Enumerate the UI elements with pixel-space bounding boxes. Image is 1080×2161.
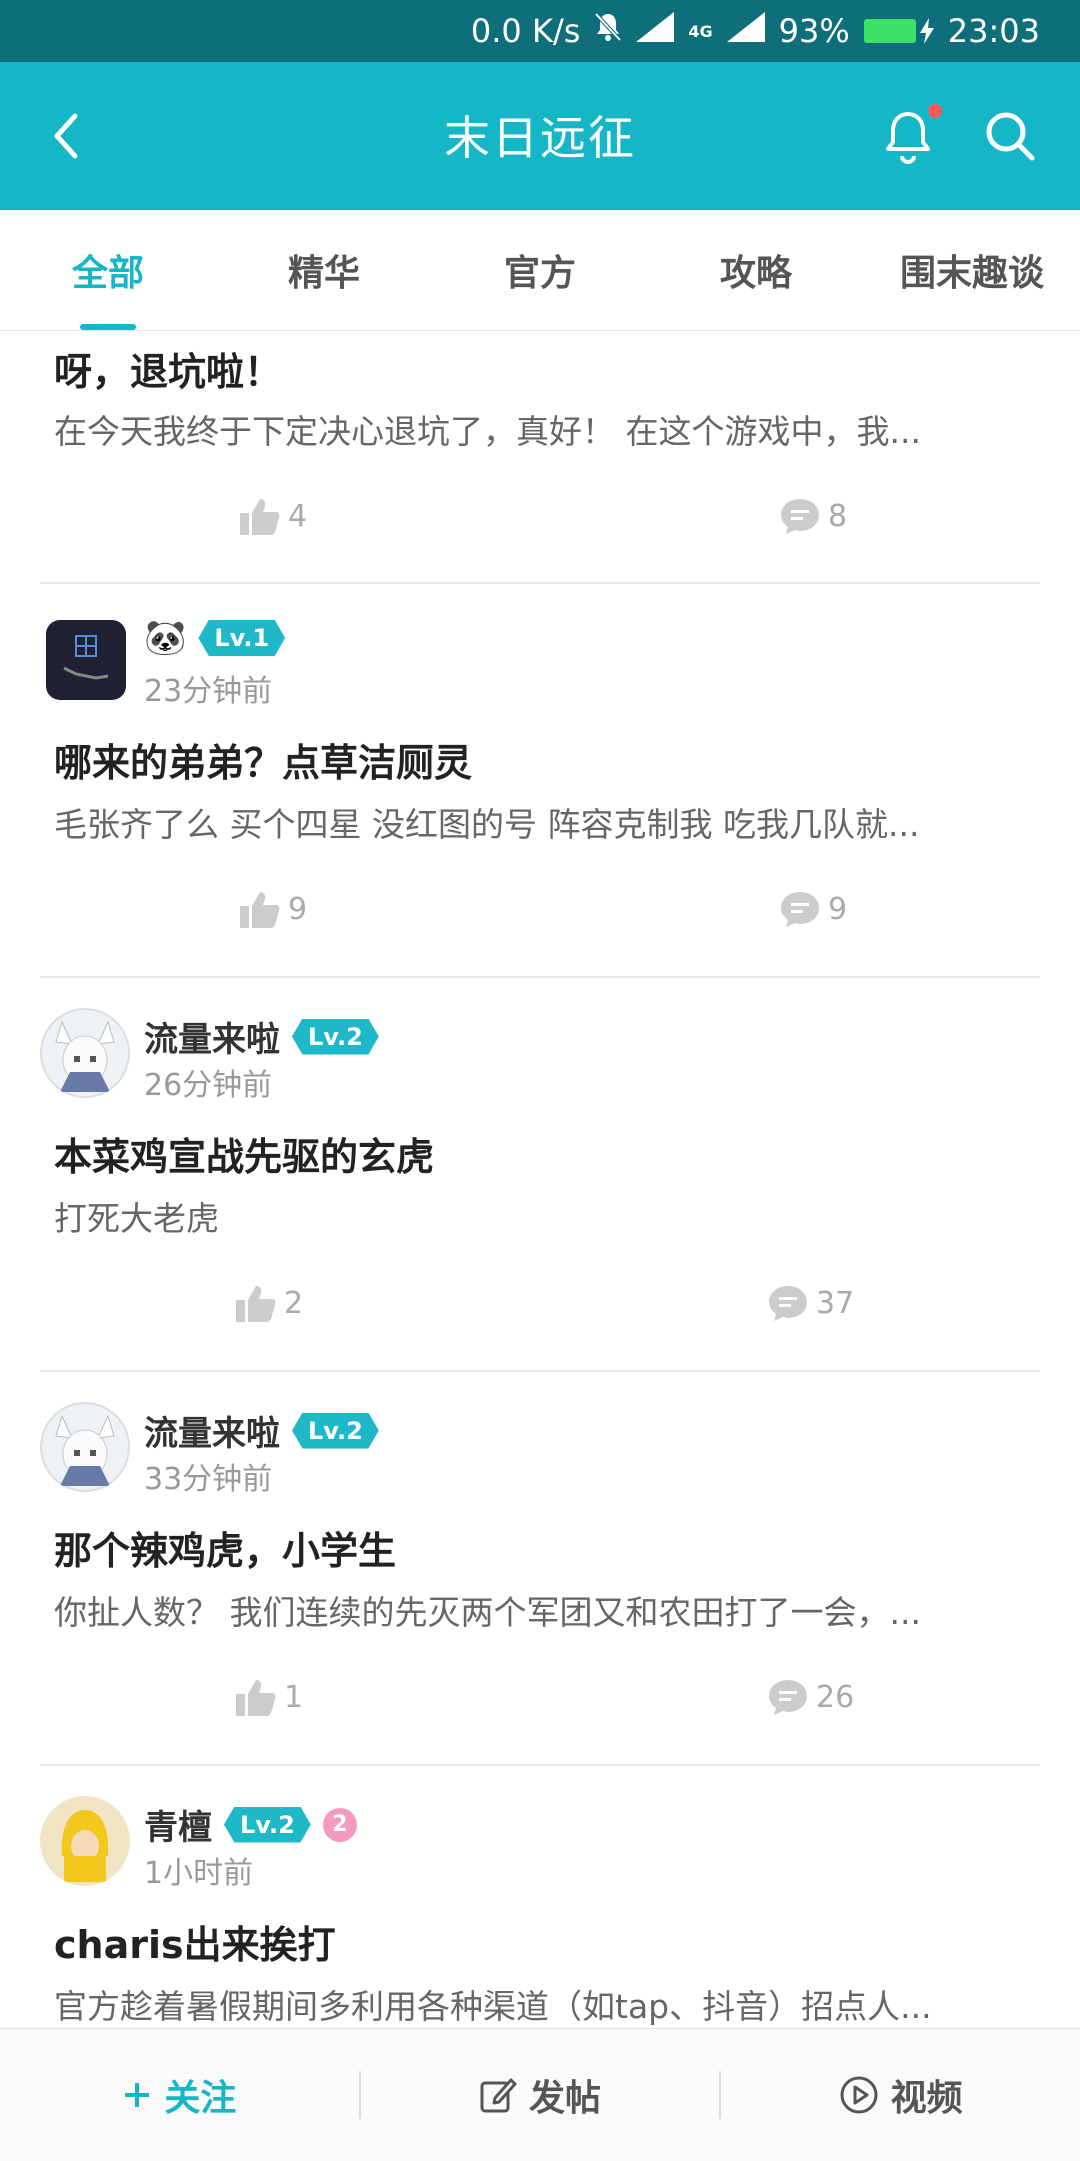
post-excerpt: 打死大老虎 <box>54 1199 219 1238</box>
avatar[interactable] <box>46 620 126 700</box>
search-icon <box>986 112 1035 161</box>
signal-icon-2 <box>726 12 765 50</box>
active-tab-indicator <box>80 324 136 330</box>
post-excerpt: 官方趁着暑假期间多利用各种渠道（如tap、抖音）招点人... <box>54 1987 932 2026</box>
tab-official[interactable]: 官方 <box>432 210 648 330</box>
post-excerpt: 你扯人数？ 我们连续的先灭两个军团又和农田打了一会，... <box>54 1593 921 1632</box>
bottom-action-bar: 关注 发帖 视频 <box>0 2028 1080 2161</box>
battery-percent: 93% <box>778 12 850 50</box>
post-time: 23分钟前 <box>144 674 273 709</box>
thumbs-up-icon <box>236 1286 276 1322</box>
plus-icon <box>125 2083 150 2107</box>
comment-button[interactable]: 8 <box>780 497 847 535</box>
edit-icon <box>480 2078 517 2113</box>
tab-label: 精华 <box>287 253 360 294</box>
post-card[interactable]: 流量来啦 Lv.2 26分钟前 本菜鸡宣战先驱的玄虎 打死大老虎 2 37 <box>40 978 1040 1372</box>
comment-count: 9 <box>828 891 848 927</box>
like-button[interactable]: 1 <box>236 1678 303 1716</box>
tab-guides[interactable]: 攻略 <box>648 210 864 330</box>
comment-button[interactable]: 9 <box>780 890 847 928</box>
avatar[interactable] <box>40 1402 130 1492</box>
medal-badge: 2 <box>322 1807 357 1842</box>
post-card[interactable]: 流量来啦 Lv.2 33分钟前 那个辣鸡虎，小学生 你扯人数？ 我们连续的先灭两… <box>40 1372 1040 1766</box>
tab-label: 官方 <box>503 253 576 294</box>
post-time: 1小时前 <box>144 1856 254 1891</box>
tab-featured[interactable]: 精华 <box>216 210 432 330</box>
post-author[interactable]: 流量来啦 Lv.2 26分钟前 <box>40 1008 1040 1108</box>
level-badge: Lv.1 <box>198 620 286 656</box>
post-card[interactable]: 呀，退坑啦！ 在今天我终于下定决心退坑了，真好！ 在这个游戏中，我... 4 8 <box>40 331 1040 584</box>
comment-button[interactable]: 26 <box>768 1678 854 1716</box>
app-bar: 末日远征 <box>0 62 1080 210</box>
post-title: charis出来挨打 <box>54 1923 336 1967</box>
status-bar: 0.0 K/s 4G 93% 23:03 <box>0 0 1080 62</box>
comment-icon <box>781 892 819 927</box>
post-title: 哪来的弟弟？点草洁厕灵 <box>54 741 473 785</box>
level-badge: Lv.2 <box>224 1806 311 1843</box>
level-badge: Lv.2 <box>292 1018 379 1055</box>
comment-button[interactable]: 37 <box>768 1284 854 1322</box>
video-button[interactable]: 视频 <box>721 2069 1080 2121</box>
follow-label: 关注 <box>164 2078 237 2119</box>
post-title: 那个辣鸡虎，小学生 <box>54 1529 397 1573</box>
tab-label: 全部 <box>71 253 144 294</box>
like-button[interactable]: 9 <box>240 890 307 928</box>
post-author[interactable]: 🐼 Lv.1 23分钟前 <box>40 614 1040 714</box>
clock: 23:03 <box>947 12 1040 50</box>
play-circle-icon <box>840 2076 878 2114</box>
new-post-button[interactable]: 发帖 <box>361 2069 720 2121</box>
net-speed: 0.0 K/s <box>470 12 581 50</box>
post-card[interactable]: 青檀 Lv.2 2 1小时前 charis出来挨打 官方趁着暑假期间多利用各种渠… <box>40 1766 1040 2028</box>
battery-icon <box>863 18 934 44</box>
follow-button[interactable]: 关注 <box>0 2069 359 2121</box>
thumbs-up-icon <box>236 1680 276 1716</box>
notification-dot <box>928 104 942 118</box>
video-label: 视频 <box>890 2078 963 2119</box>
comment-icon <box>781 499 819 534</box>
comment-count: 26 <box>816 1679 855 1715</box>
like-button[interactable]: 4 <box>240 497 307 535</box>
comment-count: 37 <box>816 1285 855 1321</box>
username: 流量来啦 <box>144 1020 280 1060</box>
post-author[interactable]: 流量来啦 Lv.2 33分钟前 <box>40 1402 1040 1502</box>
thumbs-up-icon <box>240 499 280 535</box>
post-title: 呀，退坑啦！ <box>54 350 283 394</box>
tab-label: 围末趣谈 <box>899 253 1044 294</box>
username: 流量来啦 <box>144 1414 280 1454</box>
post-excerpt: 毛张齐了么 买个四星 没红图的号 阵容克制我 吃我几队就... <box>54 805 920 844</box>
post-author[interactable]: 青檀 Lv.2 2 1小时前 <box>40 1796 1040 1896</box>
like-button[interactable]: 2 <box>236 1284 303 1322</box>
category-tabs: 全部 精华 官方 攻略 围末趣谈 <box>0 210 1080 331</box>
comment-icon <box>769 1680 807 1715</box>
comment-icon <box>769 1286 807 1321</box>
tab-chat[interactable]: 围末趣谈 <box>864 210 1080 330</box>
comment-count: 8 <box>828 498 848 534</box>
post-time: 26分钟前 <box>144 1068 273 1103</box>
like-count: 1 <box>284 1679 304 1715</box>
username: 青檀 <box>144 1808 212 1848</box>
like-count: 9 <box>288 891 308 927</box>
thumbs-up-icon <box>240 892 280 928</box>
avatar[interactable] <box>40 1008 130 1098</box>
level-badge: Lv.2 <box>292 1412 379 1449</box>
post-excerpt: 在今天我终于下定决心退坑了，真好！ 在这个游戏中，我... <box>54 412 921 451</box>
tab-label: 攻略 <box>719 253 792 294</box>
like-count: 2 <box>284 1285 304 1321</box>
mute-bell-icon <box>594 12 622 50</box>
avatar[interactable] <box>40 1796 130 1886</box>
post-label: 发帖 <box>529 2078 602 2119</box>
like-count: 4 <box>288 498 308 534</box>
post-card[interactable]: 🐼 Lv.1 23分钟前 哪来的弟弟？点草洁厕灵 毛张齐了么 买个四星 没红图的… <box>40 584 1040 978</box>
post-time: 33分钟前 <box>144 1462 273 1497</box>
network-type-label: 4G <box>688 21 713 41</box>
signal-icon <box>636 12 675 50</box>
post-feed[interactable]: 呀，退坑啦！ 在今天我终于下定决心退坑了，真好！ 在这个游戏中，我... 4 8… <box>0 331 1080 2028</box>
post-title: 本菜鸡宣战先驱的玄虎 <box>54 1135 435 1179</box>
username: 🐼 <box>144 618 187 658</box>
search-button[interactable] <box>980 106 1040 166</box>
tab-all[interactable]: 全部 <box>0 210 216 330</box>
